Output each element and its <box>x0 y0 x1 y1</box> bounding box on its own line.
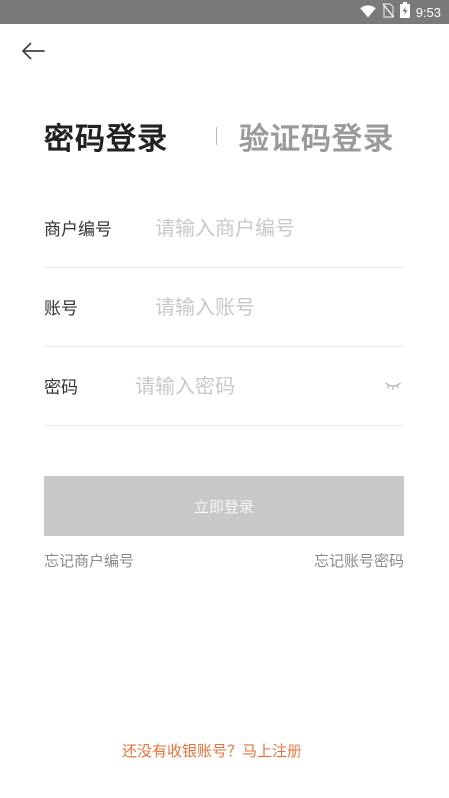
password-visibility-toggle[interactable] <box>384 375 402 397</box>
status-bar: 9:53 <box>0 0 449 24</box>
tab-divider <box>216 127 217 145</box>
wifi-icon <box>359 3 376 22</box>
account-input[interactable] <box>155 286 404 327</box>
eye-closed-icon <box>385 382 401 390</box>
password-input[interactable] <box>135 365 384 406</box>
account-row: 账号 <box>44 267 404 347</box>
forgot-merchant-link[interactable]: 忘记商户编号 <box>44 550 134 571</box>
battery-charging-icon <box>399 2 410 22</box>
forgot-password-link[interactable]: 忘记账号密码 <box>314 550 404 571</box>
merchant-label: 商户编号 <box>44 220 112 240</box>
register-fade-overlay <box>290 728 370 768</box>
arrow-left-icon <box>22 42 45 60</box>
password-label: 密码 <box>44 378 78 398</box>
account-label: 账号 <box>44 299 78 319</box>
status-time: 9:53 <box>415 4 441 20</box>
register-link[interactable]: 还没有收银账号？马上注册 <box>122 740 302 761</box>
no-sim-icon <box>382 2 394 22</box>
login-tabs: 密码登录 验证码登录 <box>44 112 394 160</box>
tab-code-login[interactable]: 验证码登录 <box>239 114 394 158</box>
merchant-input[interactable] <box>155 207 404 248</box>
login-button[interactable]: 立即登录 <box>44 476 404 536</box>
back-button[interactable] <box>16 36 50 66</box>
password-row: 密码 <box>44 346 404 426</box>
tab-password-login[interactable]: 密码登录 <box>44 114 168 158</box>
status-icons: 9:53 <box>359 0 441 24</box>
merchant-row: 商户编号 <box>44 188 404 268</box>
